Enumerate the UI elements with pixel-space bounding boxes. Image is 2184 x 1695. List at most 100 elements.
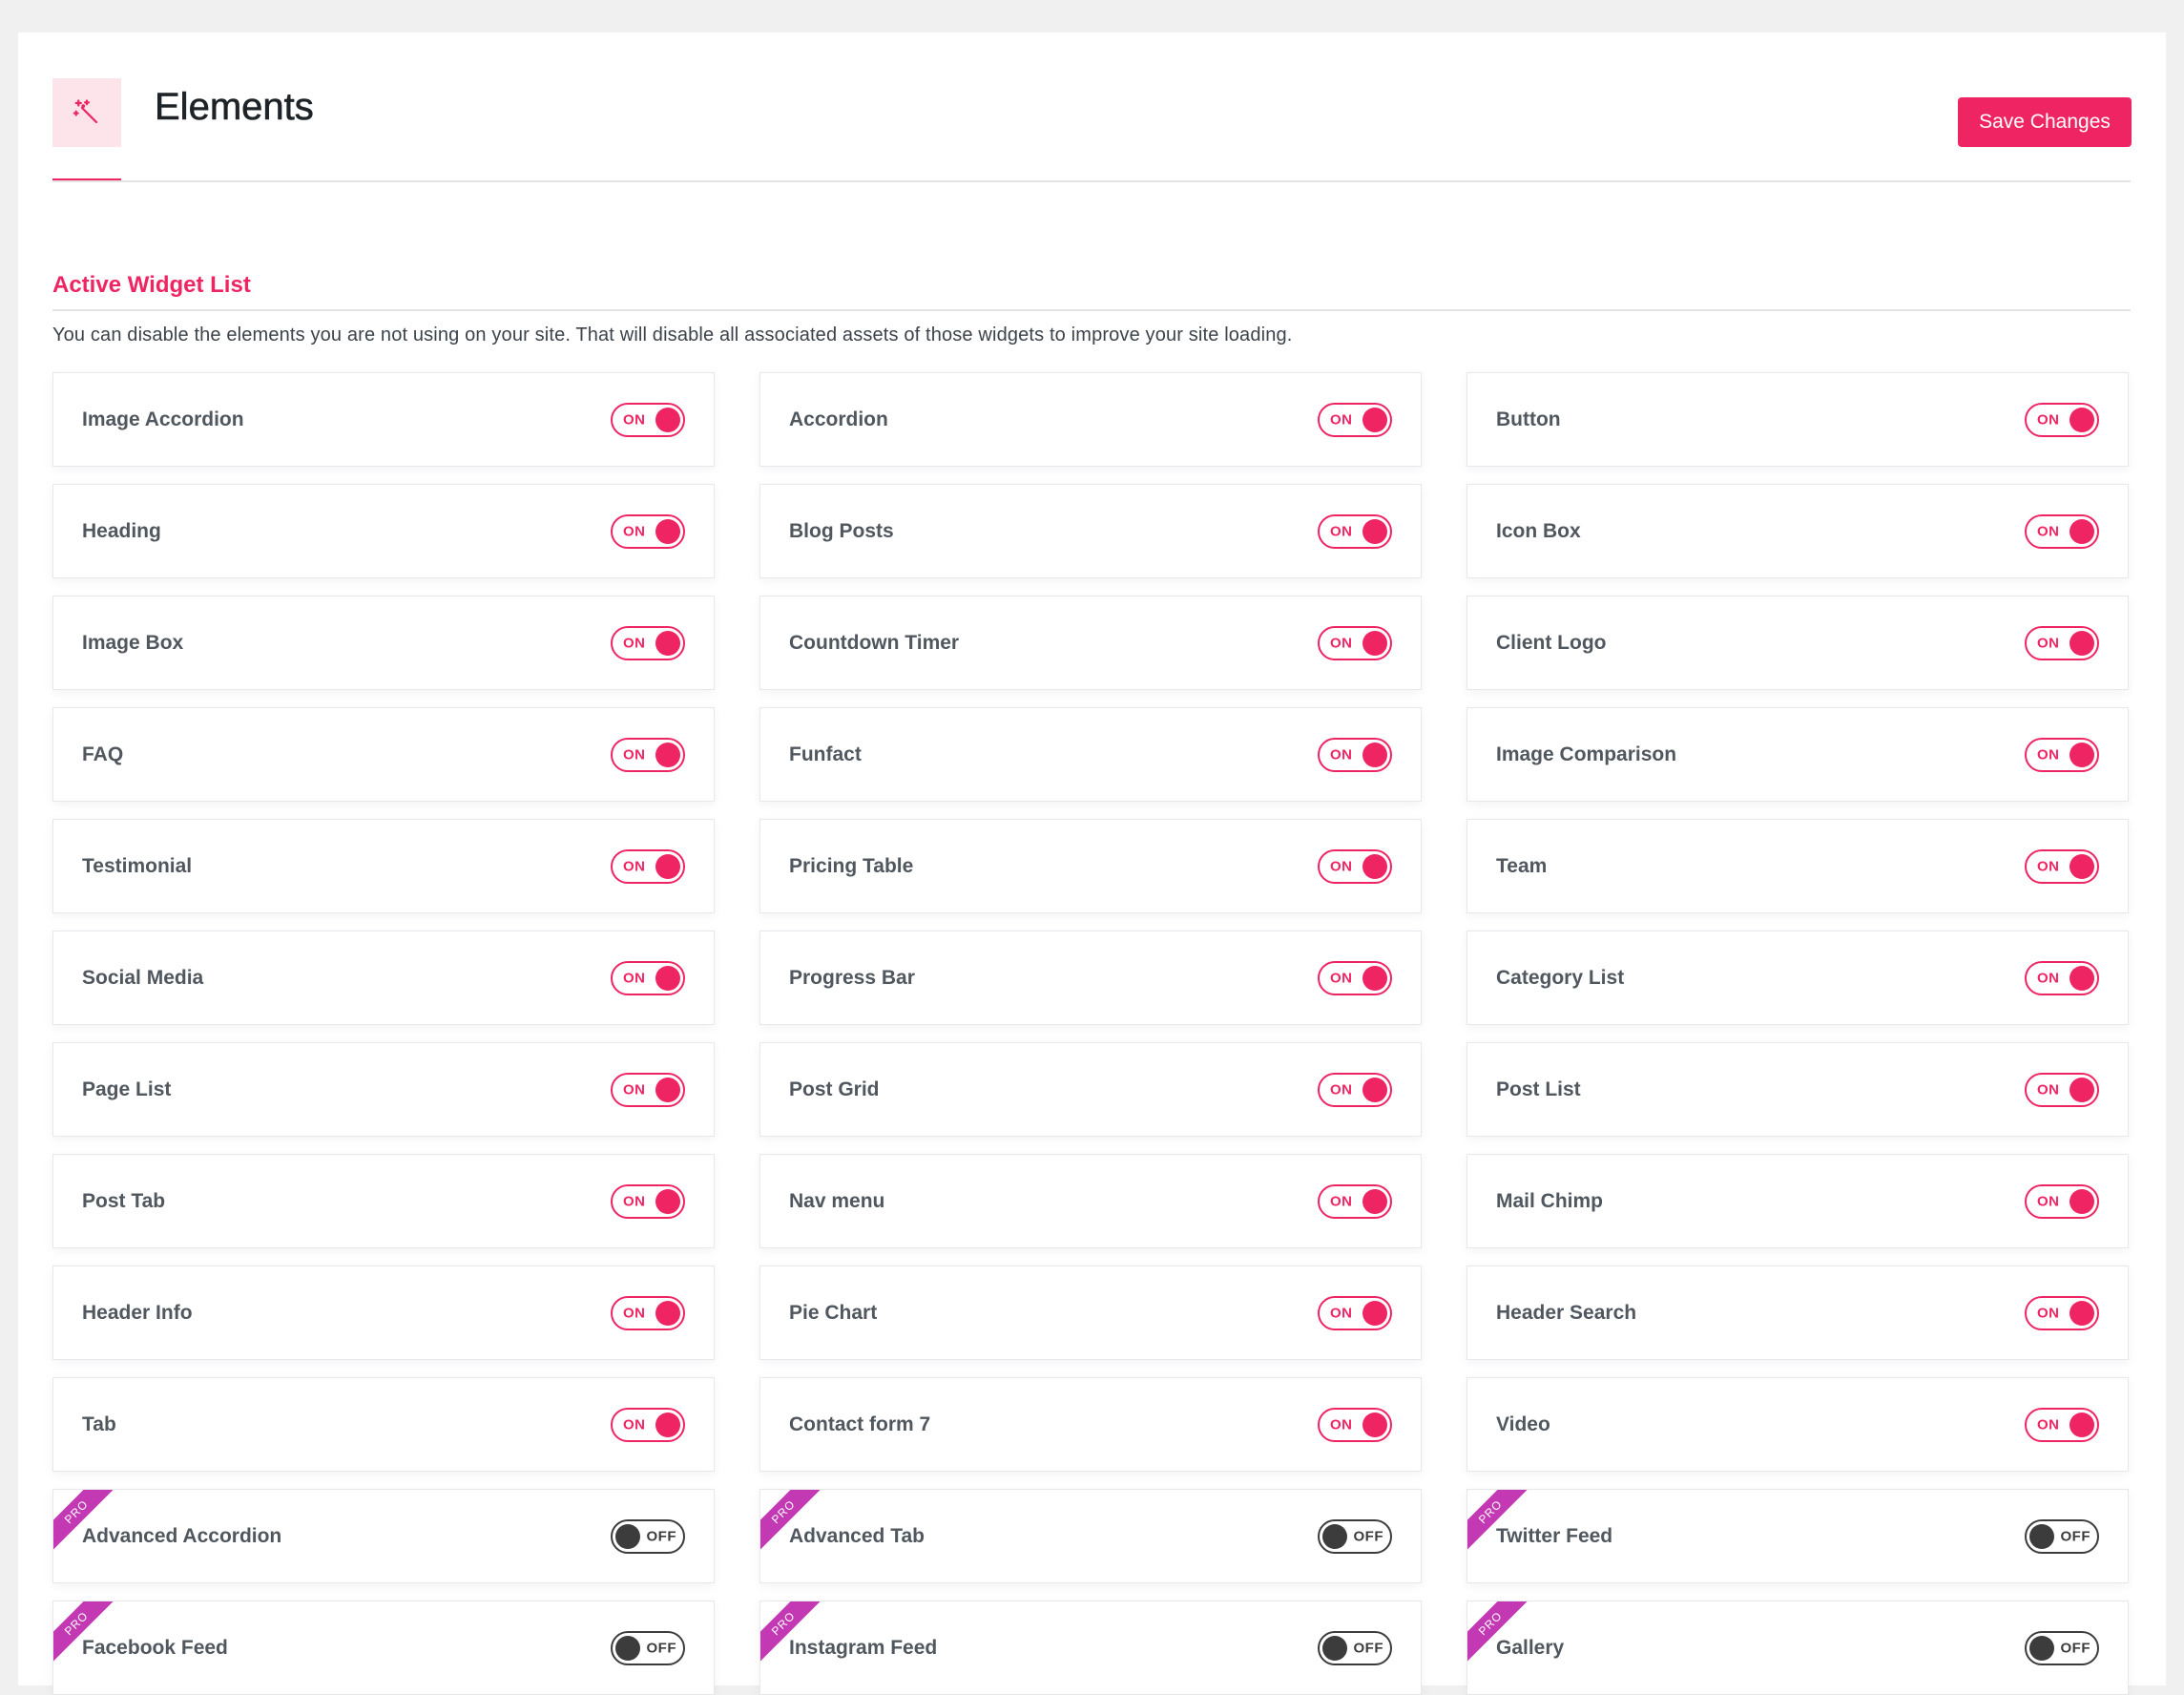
- toggle-knob: [655, 965, 680, 991]
- widget-card: Progress Bar ON: [759, 931, 1422, 1025]
- widget-label: Testimonial: [82, 854, 193, 877]
- widget-label: Advanced Accordion: [82, 1524, 282, 1547]
- widget-toggle[interactable]: OFF: [1318, 1630, 1392, 1665]
- widget-toggle[interactable]: ON: [611, 402, 685, 437]
- toggle-knob: [655, 1077, 680, 1102]
- toggle-state-label: ON: [1330, 1416, 1353, 1433]
- widget-card: Client Logo ON: [1466, 596, 2129, 690]
- widget-label: Client Logo: [1496, 631, 1607, 654]
- widget-toggle[interactable]: ON: [611, 848, 685, 884]
- widget-card: PRO Instagram Feed OFF: [759, 1601, 1422, 1695]
- widget-toggle[interactable]: ON: [2025, 848, 2099, 884]
- widget-toggle[interactable]: ON: [2025, 1072, 2099, 1107]
- widget-label: Twitter Feed: [1496, 1524, 1613, 1547]
- toggle-knob: [1322, 1635, 1347, 1661]
- toggle-knob: [2070, 407, 2094, 432]
- widget-toggle[interactable]: ON: [2025, 1295, 2099, 1330]
- widget-toggle[interactable]: ON: [2025, 1183, 2099, 1219]
- widget-toggle[interactable]: ON: [2025, 402, 2099, 437]
- toggle-state-label: ON: [2037, 411, 2060, 428]
- widget-label: Facebook Feed: [82, 1636, 228, 1659]
- widget-toggle[interactable]: OFF: [611, 1518, 685, 1554]
- widget-label: Pie Chart: [789, 1301, 878, 1324]
- widget-label: Video: [1496, 1412, 1550, 1435]
- widget-toggle[interactable]: ON: [611, 737, 685, 772]
- toggle-knob: [1362, 407, 1387, 432]
- toggle-state-label: ON: [2037, 970, 2060, 986]
- widget-card: Contact form 7 ON: [759, 1377, 1422, 1472]
- widget-label: Header Search: [1496, 1301, 1637, 1324]
- widget-toggle[interactable]: OFF: [611, 1630, 685, 1665]
- widget-card: Page List ON: [52, 1042, 715, 1137]
- widget-toggle[interactable]: ON: [1318, 960, 1392, 995]
- widget-toggle[interactable]: ON: [1318, 848, 1392, 884]
- widget-toggle[interactable]: OFF: [2025, 1518, 2099, 1554]
- toggle-state-label: ON: [2037, 635, 2060, 651]
- widget-toggle[interactable]: ON: [1318, 737, 1392, 772]
- widget-toggle[interactable]: ON: [1318, 1295, 1392, 1330]
- toggle-state-label: ON: [2037, 1081, 2060, 1098]
- toggle-state-label: ON: [1330, 970, 1353, 986]
- widget-toggle[interactable]: ON: [611, 1295, 685, 1330]
- toggle-knob: [1362, 1300, 1387, 1326]
- widget-toggle[interactable]: ON: [611, 1072, 685, 1107]
- widget-toggle[interactable]: ON: [611, 960, 685, 995]
- widget-toggle[interactable]: ON: [2025, 513, 2099, 549]
- widget-card: Icon Box ON: [1466, 484, 2129, 578]
- widget-grid: Image Accordion ON Accordion ON Button ON Head…: [52, 372, 2129, 1695]
- toggle-knob: [2070, 1188, 2094, 1214]
- widget-label: Advanced Tab: [789, 1524, 925, 1547]
- toggle-knob: [655, 853, 680, 879]
- toggle-state-label: ON: [2037, 1193, 2060, 1209]
- widget-label: Gallery: [1496, 1636, 1565, 1659]
- widget-toggle[interactable]: OFF: [1318, 1518, 1392, 1554]
- toggle-knob: [655, 630, 680, 656]
- widget-toggle[interactable]: ON: [2025, 960, 2099, 995]
- widget-toggle[interactable]: ON: [1318, 1407, 1392, 1442]
- section-divider: [52, 309, 2131, 311]
- widget-toggle[interactable]: ON: [1318, 513, 1392, 549]
- widget-toggle[interactable]: ON: [1318, 625, 1392, 660]
- toggle-state-label: ON: [2037, 746, 2060, 763]
- widget-label: Page List: [82, 1078, 172, 1100]
- widget-toggle[interactable]: ON: [611, 1183, 685, 1219]
- toggle-state-label: ON: [1330, 1081, 1353, 1098]
- widget-toggle[interactable]: ON: [1318, 1072, 1392, 1107]
- toggle-knob: [1362, 853, 1387, 879]
- magic-wand-icon[interactable]: [52, 78, 121, 147]
- toggle-state-label: ON: [1330, 411, 1353, 428]
- toggle-state-label: ON: [623, 523, 646, 539]
- widget-toggle[interactable]: ON: [2025, 737, 2099, 772]
- toggle-state-label: OFF: [1353, 1528, 1383, 1544]
- toggle-knob: [655, 1188, 680, 1214]
- widget-toggle[interactable]: ON: [611, 625, 685, 660]
- widget-toggle[interactable]: ON: [2025, 1407, 2099, 1442]
- widget-card: Mail Chimp ON: [1466, 1154, 2129, 1248]
- widget-card: PRO Facebook Feed OFF: [52, 1601, 715, 1695]
- widget-label: Icon Box: [1496, 519, 1581, 542]
- widget-label: Team: [1496, 854, 1548, 877]
- toggle-knob: [655, 407, 680, 432]
- toggle-state-label: OFF: [1353, 1640, 1383, 1656]
- widget-toggle[interactable]: OFF: [2025, 1630, 2099, 1665]
- widget-card: Post Grid ON: [759, 1042, 1422, 1137]
- widget-label: Category List: [1496, 966, 1625, 989]
- widget-card: Post Tab ON: [52, 1154, 715, 1248]
- widget-toggle[interactable]: ON: [2025, 625, 2099, 660]
- widget-card: Team ON: [1466, 819, 2129, 913]
- widget-toggle[interactable]: ON: [1318, 402, 1392, 437]
- toggle-knob: [1362, 965, 1387, 991]
- save-changes-button[interactable]: Save Changes: [1958, 97, 2132, 147]
- widget-label: Image Comparison: [1496, 743, 1677, 765]
- toggle-state-label: ON: [2037, 1416, 2060, 1433]
- widget-toggle[interactable]: ON: [1318, 1183, 1392, 1219]
- toggle-knob: [2070, 630, 2094, 656]
- widget-toggle[interactable]: ON: [611, 513, 685, 549]
- toggle-knob: [1362, 1412, 1387, 1437]
- toggle-knob: [2070, 742, 2094, 767]
- widget-card: Category List ON: [1466, 931, 2129, 1025]
- widget-label: Post Grid: [789, 1078, 880, 1100]
- widget-card: Image Accordion ON: [52, 372, 715, 467]
- widget-toggle[interactable]: ON: [611, 1407, 685, 1442]
- toggle-knob: [2070, 1077, 2094, 1102]
